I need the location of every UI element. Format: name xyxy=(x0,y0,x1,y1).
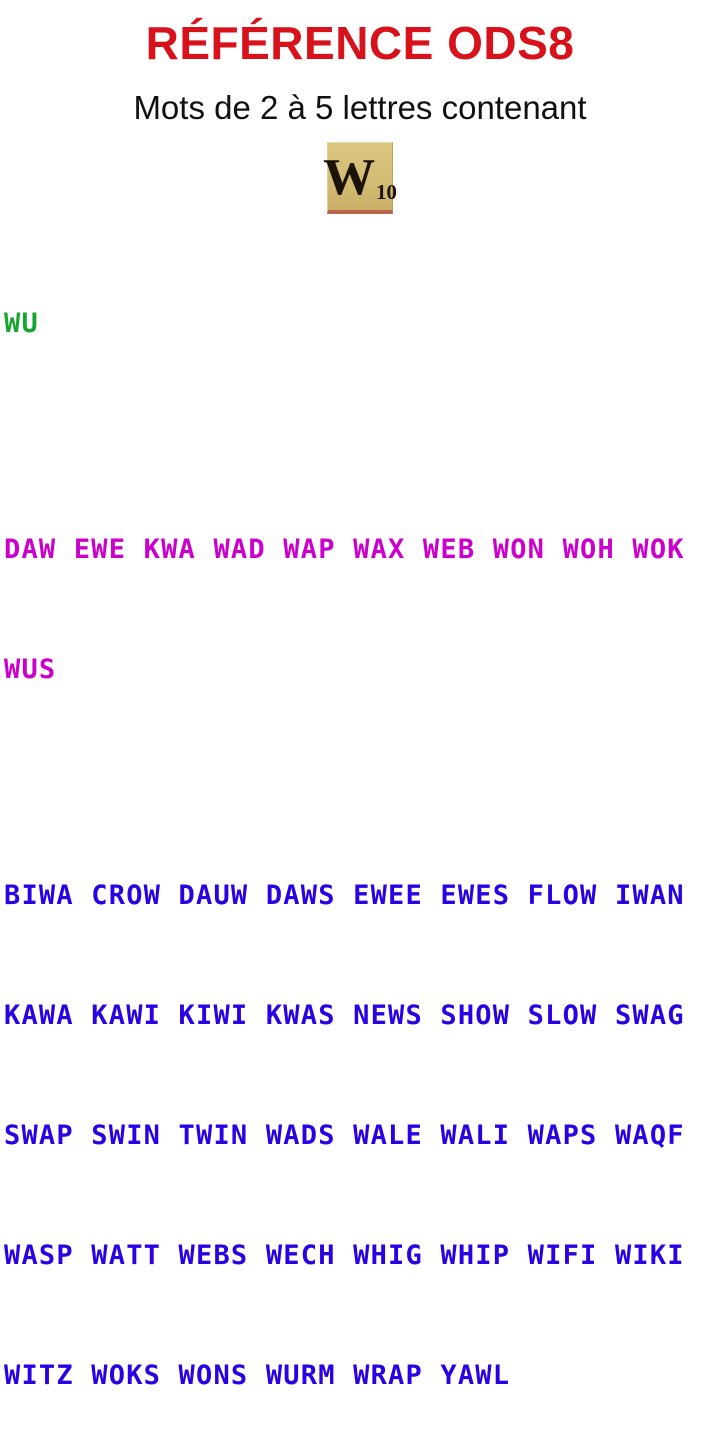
word-row: WUS xyxy=(4,654,57,686)
app-screen: RÉFÉRENCE ODS8 Mots de 2 à 5 lettres con… xyxy=(0,0,720,1440)
word-list-4-letters: BIWA CROW DAUW DAWS EWEE EWES FLOW IWAN … xyxy=(0,796,720,1440)
header-tile-container: W 10 xyxy=(0,126,720,215)
page-subtitle: Mots de 2 à 5 lettres contenant xyxy=(133,89,587,126)
word-row: SWAP SWIN TWIN WADS WALE WALI WAPS WAQF xyxy=(4,1120,685,1152)
word-row: WASP WATT WEBS WECH WHIG WHIP WIFI WIKI xyxy=(4,1240,685,1272)
page-content: RÉFÉRENCE ODS8 Mots de 2 à 5 lettres con… xyxy=(0,0,720,1440)
word-row: BIWA CROW DAUW DAWS EWEE EWES FLOW IWAN xyxy=(4,880,685,912)
word-row: WU xyxy=(4,308,39,340)
page-title: RÉFÉRENCE ODS8 xyxy=(145,17,575,69)
word-list-3-letters: DAW EWE KWA WAD WAP WAX WEB WON WOH WOK … xyxy=(0,450,720,770)
word-row: WITZ WOKS WONS WURM WRAP YAWL xyxy=(4,1360,511,1392)
scrabble-tile-w: W 10 xyxy=(323,142,397,215)
word-row: DAW EWE KWA WAD WAP WAX WEB WON WOH WOK xyxy=(4,534,685,566)
word-row: KAWA KAWI KIWI KWAS NEWS SHOW SLOW SWAG xyxy=(4,1000,685,1032)
scrabble-tile-letter: W xyxy=(323,149,376,207)
word-list-2-letters: WU xyxy=(0,224,720,424)
scrabble-tile-value: 10 xyxy=(376,180,397,204)
